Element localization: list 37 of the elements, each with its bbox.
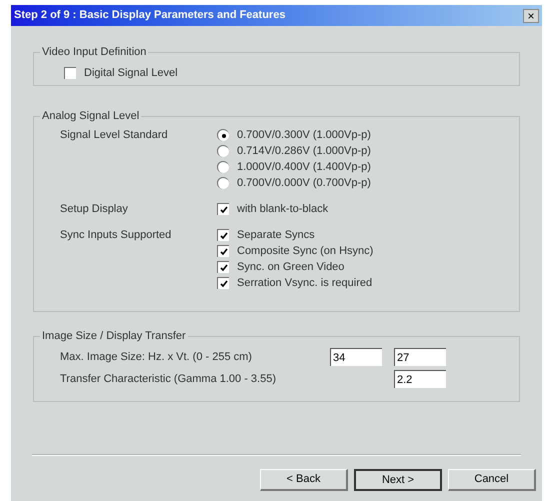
field-label: Signal Level Standard bbox=[60, 128, 169, 143]
input-field[interactable]: 2.2 bbox=[394, 370, 446, 388]
input-field[interactable]: 34 bbox=[330, 348, 382, 366]
close-button[interactable]: × bbox=[523, 8, 539, 22]
radio-button[interactable] bbox=[217, 145, 229, 157]
radio-button[interactable] bbox=[217, 161, 229, 173]
checkbox[interactable] bbox=[217, 245, 229, 257]
group-title: Image Size / Display Transfer bbox=[40, 329, 188, 343]
radio-button[interactable] bbox=[217, 177, 229, 189]
checkbox[interactable] bbox=[217, 229, 229, 241]
field-label: Sync Inputs Supported bbox=[60, 228, 172, 243]
checkbox-label: with blank-to-black bbox=[237, 202, 328, 217]
window-title: Step 2 of 9 : Basic Display Parameters and Features bbox=[14, 8, 286, 24]
checkbox[interactable] bbox=[217, 277, 229, 289]
field-label: Max. Image Size: Hz. x Vt. (0 - 255 cm) bbox=[60, 350, 253, 365]
radio-label: 0.700V/0.000V (0.700Vp-p) bbox=[237, 176, 371, 191]
dialog-button[interactable]: < Back bbox=[260, 469, 348, 491]
radio-label: 0.700V/0.300V (1.000Vp-p) bbox=[237, 128, 371, 143]
dialog-button[interactable]: Next > bbox=[354, 469, 442, 491]
group-title: Analog Signal Level bbox=[40, 109, 142, 123]
input-field[interactable]: 27 bbox=[394, 348, 446, 366]
radio-label: 0.714V/0.286V (1.000Vp-p) bbox=[237, 144, 371, 159]
dialog-button[interactable]: Cancel bbox=[448, 469, 536, 491]
checkbox-label: Digital Signal Level bbox=[84, 66, 178, 81]
checkbox[interactable] bbox=[217, 203, 229, 215]
checkbox-label: Serration Vsync. is required bbox=[237, 276, 372, 291]
radio-button[interactable] bbox=[217, 129, 229, 141]
radio-label: 1.000V/0.400V (1.400Vp-p) bbox=[237, 160, 371, 175]
checkbox[interactable] bbox=[64, 67, 76, 79]
check-icon bbox=[220, 206, 228, 214]
checkbox[interactable] bbox=[217, 261, 229, 273]
checkbox-label: Separate Syncs bbox=[237, 228, 315, 243]
checkbox-label: Sync. on Green Video bbox=[237, 260, 344, 275]
group-title: Video Input Definition bbox=[40, 45, 148, 59]
checkbox-label: Composite Sync (on Hsync) bbox=[237, 244, 374, 259]
field-label: Setup Display bbox=[60, 202, 129, 217]
field-label: Transfer Characteristic (Gamma 1.00 - 3.55) bbox=[60, 372, 277, 387]
